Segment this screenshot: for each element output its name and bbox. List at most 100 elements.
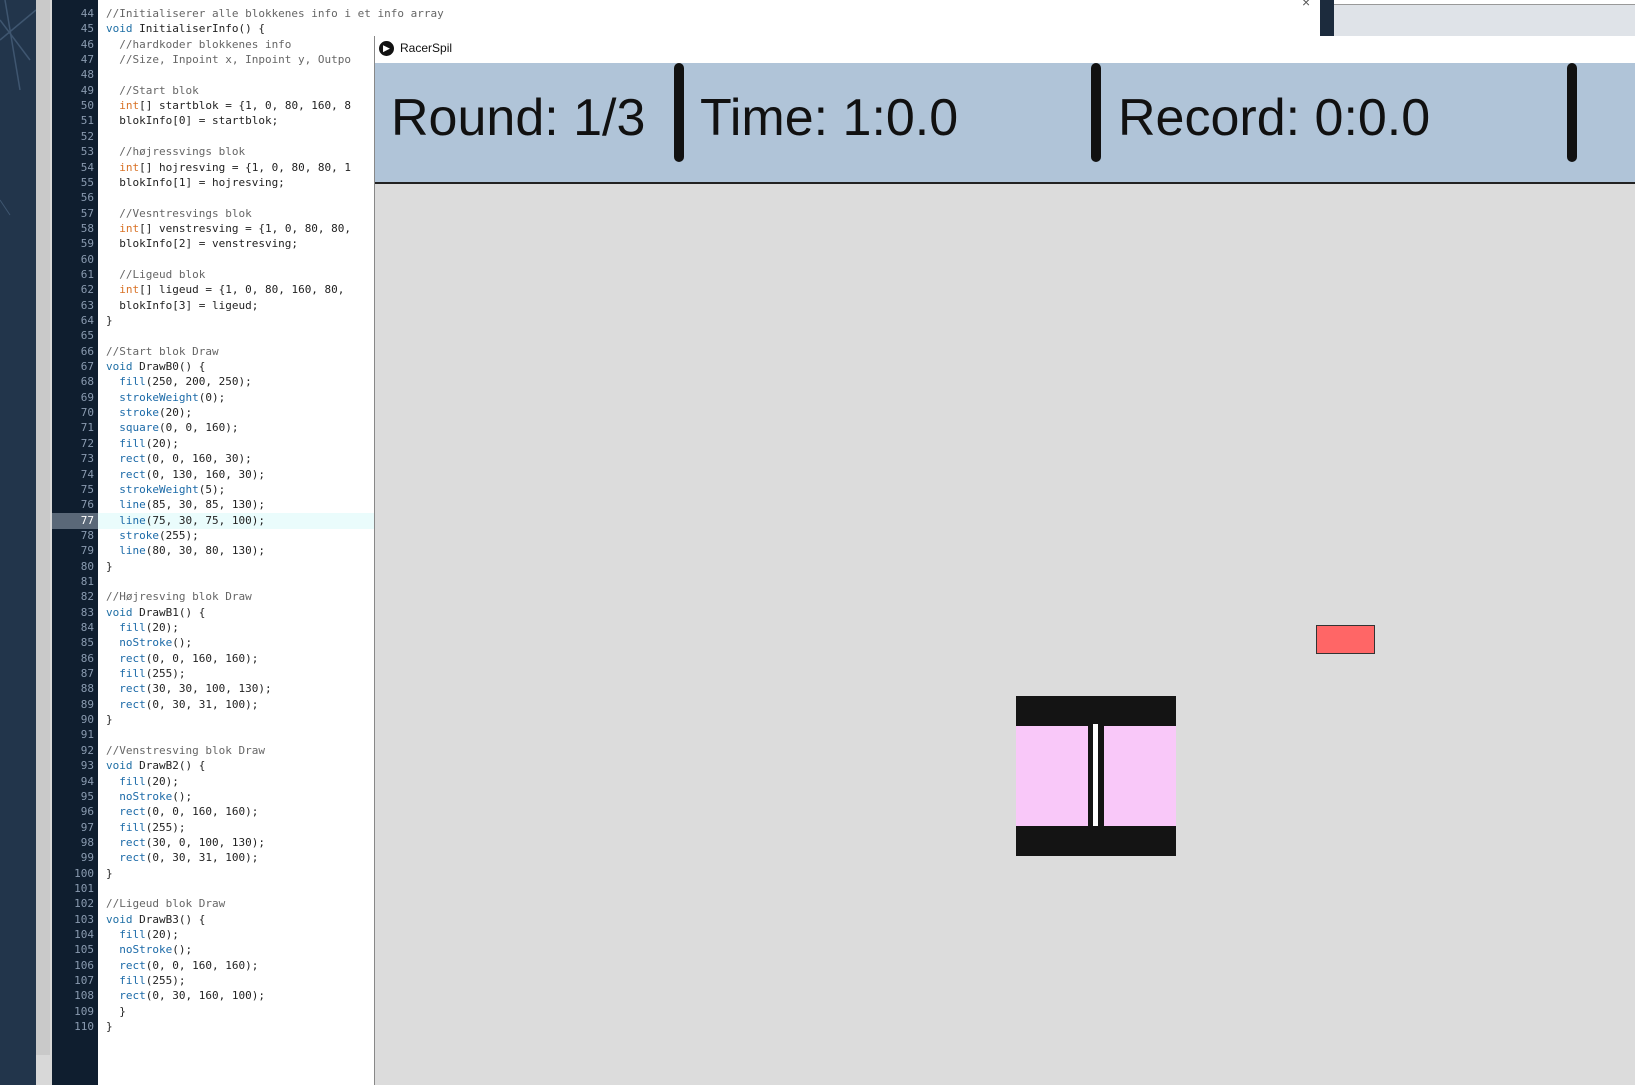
wallpaper-lines (0, 0, 36, 216)
code-text: square(0, 0, 160); (119, 421, 239, 435)
line-number: 57 (80, 206, 94, 220)
line-number: 47 (80, 53, 94, 67)
sketch-window[interactable]: ▶ RacerSpil Round: 1/3 Time: 1:0.0 Recor… (374, 36, 1635, 1085)
code-text: //Højresving blok Draw (106, 590, 252, 604)
line-number: 63 (80, 298, 94, 312)
line-number: 101 (74, 881, 94, 895)
line-number: 62 (80, 283, 94, 297)
code-text: //Vesntresvings blok (106, 206, 252, 220)
line-number: 54 (80, 160, 94, 174)
code-text: rect(0, 30, 160, 100); (119, 989, 265, 1003)
line-number: 60 (80, 252, 94, 266)
code-text: void DrawB1() { (106, 605, 206, 619)
code-text: //Start blok Draw (106, 344, 219, 358)
line-number: 48 (80, 68, 94, 82)
line-number: 83 (80, 605, 94, 619)
code-text: //Initialiserer alle blokkenes info i et… (106, 7, 444, 20)
code-text: rect(30, 30, 100, 130); (119, 682, 272, 696)
window-title: RacerSpil (400, 41, 453, 55)
line-number: 64 (80, 314, 94, 327)
line-number: 72 (80, 436, 94, 450)
desktop-wallpaper (0, 0, 36, 1085)
code-text: rect(0, 0, 160, 160); (119, 958, 259, 972)
line-number: 55 (80, 175, 94, 189)
line-number: 90 (80, 713, 94, 727)
code-text: void InitialiserInfo() { (106, 22, 265, 36)
line-number: 86 (80, 651, 94, 665)
line-number: 84 (80, 621, 94, 634)
close-icon[interactable]: × (1302, 0, 1310, 10)
line-number: 51 (80, 114, 94, 128)
line-number: 70 (80, 406, 94, 420)
line-number: 94 (80, 774, 94, 788)
code-text: strokeWeight(0); (119, 390, 226, 404)
code-text: noStroke(); (119, 636, 193, 650)
line-number: 91 (80, 728, 94, 742)
line-number: 87 (80, 667, 94, 681)
code-text: //Size, Inpoint x, Inpoint y, Outpo (106, 53, 352, 67)
round-counter: Round: 1/3 (391, 89, 646, 147)
center-line-dark (1099, 754, 1103, 826)
line-number: 58 (80, 221, 94, 235)
code-text: int[] ligeud = {1, 0, 80, 160, 80, (119, 283, 345, 297)
code-text: rect(30, 0, 100, 130); (119, 835, 265, 849)
line-number: 71 (80, 421, 94, 435)
code-text: fill(20); (119, 928, 179, 941)
code-text: fill(20); (119, 774, 179, 788)
line-number: 82 (80, 590, 94, 604)
code-text: rect(0, 0, 160, 160); (119, 651, 259, 665)
block-right-lane (1104, 726, 1176, 826)
code-text: int[] hojresving = {1, 0, 80, 80, 1 (119, 160, 352, 174)
line-number: 50 (80, 99, 94, 113)
line-number: 96 (80, 805, 94, 819)
line-number: 80 (80, 559, 94, 573)
code-text: //Start blok (106, 83, 199, 97)
code-text: noStroke(); (119, 943, 193, 957)
line-number: 66 (80, 344, 94, 358)
code-text: line(85, 30, 85, 130); (119, 498, 265, 512)
code-text: stroke(255); (119, 528, 199, 542)
line-number: 53 (80, 145, 94, 159)
window-titlebar[interactable]: ▶ RacerSpil (375, 36, 1635, 64)
line-number: 97 (80, 820, 94, 834)
line-number: 93 (80, 759, 94, 773)
code-text: void DrawB3() { (106, 912, 206, 926)
line-number: 103 (74, 912, 94, 926)
line-number: 105 (74, 943, 94, 957)
code-text: //hardkoder blokkenes info (106, 37, 292, 51)
code-text: } (106, 1004, 126, 1018)
game-hud: Round: 1/3 Time: 1:0.0 Record: 0:0.0 (375, 63, 1635, 184)
code-text: fill(255); (119, 974, 186, 988)
line-number: 76 (80, 498, 94, 512)
game-canvas[interactable] (375, 184, 1635, 1085)
code-text: rect(0, 0, 160, 30); (119, 452, 252, 466)
line-number: 46 (80, 37, 94, 51)
code-text: //Ligeud blok (106, 267, 206, 281)
code-text: } (106, 866, 113, 880)
line-number: 104 (74, 928, 94, 941)
record-display: Record: 0:0.0 (1118, 89, 1431, 147)
line-number: 102 (74, 897, 94, 911)
editor-scrollbar[interactable] (36, 0, 50, 1055)
center-line-white (1093, 724, 1098, 826)
background-window (1320, 0, 1635, 38)
code-text: noStroke(); (119, 789, 193, 803)
code-text: //Ligeud blok Draw (106, 897, 226, 911)
line-number: 85 (80, 636, 94, 650)
code-text: void DrawB0() { (106, 360, 206, 374)
line-number: 99 (80, 851, 94, 865)
code-text: rect(0, 30, 31, 100); (119, 851, 259, 865)
line-number: 44 (80, 7, 94, 20)
line-number: 61 (80, 267, 94, 281)
line-number: 88 (80, 682, 94, 696)
code-text: strokeWeight(5); (119, 482, 226, 496)
start-block-tile (1016, 696, 1176, 856)
code-text: fill(250, 200, 250); (119, 375, 252, 389)
line-number: 109 (74, 1004, 94, 1018)
code-text: //højressvings blok (106, 145, 246, 159)
line-number: 77 (80, 513, 94, 527)
code-text: blokInfo[1] = hojresving; (106, 175, 285, 189)
line-number: 75 (80, 482, 94, 496)
code-text: line(80, 30, 80, 130); (119, 544, 265, 558)
hud-divider (674, 63, 684, 162)
